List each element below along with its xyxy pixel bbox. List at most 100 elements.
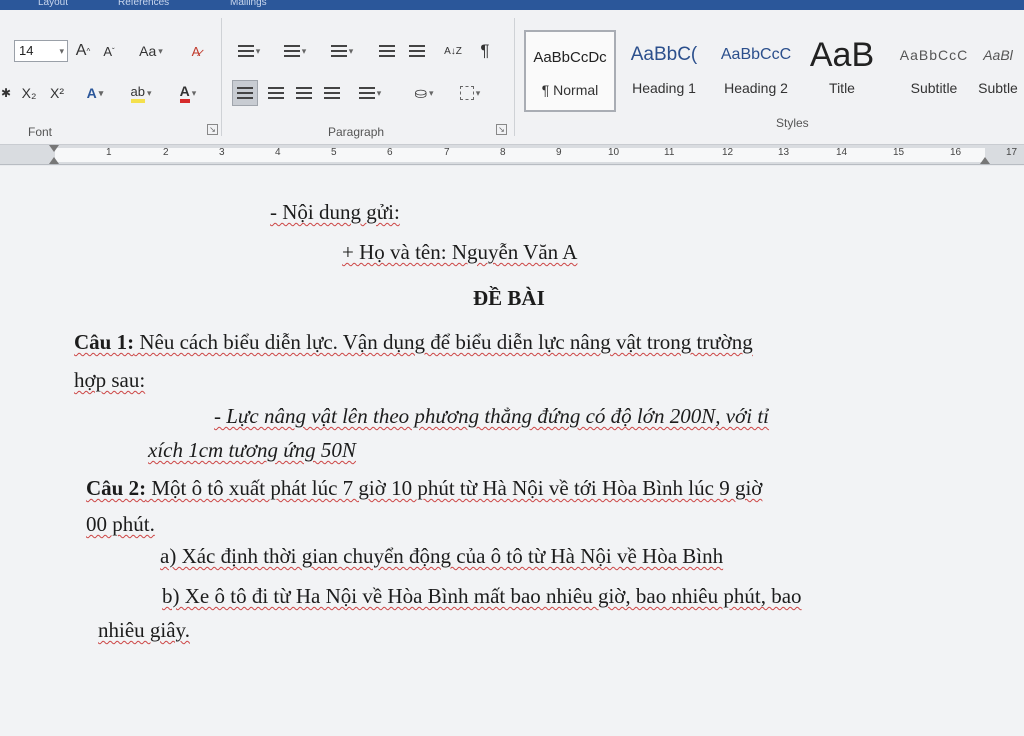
doc-text: hợp sau: (74, 368, 146, 392)
bullets-icon (237, 45, 254, 57)
change-case-icon: Aa (139, 43, 157, 59)
style-sample: AaBl (983, 47, 1013, 63)
shrink-font-icon: A (103, 43, 112, 59)
shading-button[interactable]: ⛀ (404, 82, 444, 104)
ruler-tick: 11 (664, 147, 675, 158)
doc-text: a) Xác định thời gian chuyển động của ô … (160, 544, 724, 568)
align-left-button[interactable] (232, 80, 258, 106)
bullets-button[interactable] (230, 40, 268, 62)
font-color-button[interactable]: A (168, 82, 208, 104)
align-right-icon (296, 87, 312, 99)
style-name: ¶ Normal (541, 82, 599, 98)
group-divider (221, 18, 222, 136)
doc-text: 00 phút. (86, 512, 155, 536)
styles-group-label: Styles (776, 116, 809, 130)
multilevel-list-button[interactable] (322, 40, 362, 62)
doc-text: b) Xe ô tô đi từ Ha Nội về Hòa Bình mất … (162, 584, 802, 608)
style-sample: AaBbC( (630, 44, 698, 65)
borders-button[interactable] (450, 82, 490, 104)
sort-button[interactable]: A↓Z (438, 40, 468, 62)
doc-line-content[interactable]: - Nội dung gửi: (270, 200, 400, 225)
chevron-down-icon[interactable]: ▾ (59, 41, 64, 61)
numbering-icon (283, 45, 300, 57)
show-formatting-button[interactable]: ¶ (474, 40, 496, 62)
ruler-tick: 13 (778, 147, 790, 158)
clear-formatting-icon[interactable]: A̷ (186, 40, 206, 62)
style-title[interactable]: AaB Title (796, 30, 888, 112)
doc-question-2b[interactable]: b) Xe ô tô đi từ Ha Nội về Hòa Bình mất … (162, 584, 802, 609)
ruler-tick: 14 (836, 147, 848, 158)
text-effects-button[interactable]: A (78, 82, 112, 104)
style-subtitle[interactable]: AaBbCcC Subtitle (888, 30, 980, 112)
ruler-tick: 8 (500, 147, 506, 158)
style-sample: AaBbCcC (720, 46, 792, 63)
doc-text: - Nội dung gửi: (270, 200, 400, 224)
doc-question-2b-cont[interactable]: nhiêu giây. (98, 618, 190, 643)
multilevel-list-icon (330, 45, 347, 57)
doc-text: xích 1cm tương ứng 50N (148, 438, 356, 462)
shrink-font-button[interactable]: Aˇ (100, 40, 118, 62)
align-center-button[interactable] (264, 82, 288, 104)
doc-question-2-cont[interactable]: 00 phút. (86, 512, 155, 537)
doc-text: + Họ và tên: Nguyễn Văn A (342, 240, 578, 264)
strikethrough-icon[interactable]: ✱ (0, 82, 12, 104)
style-heading-1[interactable]: AaBbC( Heading 1 (618, 30, 710, 112)
font-dialog-launcher-icon[interactable]: ↘ (207, 124, 218, 135)
ribbon: 14 ▾ A^ Aˇ Aa A̷ ✱ X₂ X² A ab A Font ↘ A… (0, 10, 1024, 145)
justify-button[interactable] (320, 82, 344, 104)
doc-question-1-item-cont[interactable]: xích 1cm tương ứng 50N (148, 438, 356, 463)
ruler-tick: 6 (387, 147, 393, 158)
doc-question-1[interactable]: Câu 1: Nêu cách biểu diễn lực. Vận dụng … (74, 330, 753, 355)
hanging-indent-marker[interactable] (49, 157, 59, 164)
doc-text: nhiêu giây. (98, 618, 190, 642)
right-indent-marker[interactable] (980, 157, 990, 164)
document-page[interactable]: - Nội dung gửi: + Họ và tên: Nguyễn Văn … (0, 166, 1024, 736)
align-left-icon (237, 87, 253, 99)
grow-font-icon: A (75, 42, 87, 59)
align-right-button[interactable] (292, 82, 316, 104)
decrease-indent-icon (379, 45, 395, 57)
tab-references[interactable]: References (118, 0, 169, 8)
doc-line-name[interactable]: + Họ và tên: Nguyễn Văn A (342, 240, 577, 265)
first-line-indent-marker[interactable] (49, 145, 59, 152)
numbering-button[interactable] (276, 40, 314, 62)
sort-icon: A↓Z (444, 45, 462, 57)
paragraph-dialog-launcher-icon[interactable]: ↘ (496, 124, 507, 135)
font-size-box[interactable]: 14 ▾ (14, 40, 68, 62)
change-case-button[interactable]: Aa (130, 40, 172, 62)
decrease-indent-button[interactable] (374, 40, 400, 62)
doc-question-1-cont[interactable]: hợp sau: (74, 368, 145, 393)
increase-indent-button[interactable] (404, 40, 430, 62)
ruler-tick: 12 (722, 147, 734, 158)
doc-question-1-item[interactable]: - Lực nâng vật lên theo phương thẳng đứn… (214, 404, 769, 429)
highlight-button[interactable]: ab (120, 82, 162, 104)
styles-gallery: AaBbCcDc ¶ Normal AaBbC( Heading 1 AaBbC… (522, 30, 1024, 112)
style-heading-2[interactable]: AaBbCcC Heading 2 (710, 30, 802, 112)
increase-indent-icon (409, 45, 425, 57)
tab-layout[interactable]: Layout (38, 0, 68, 8)
paint-bucket-icon: ⛀ (414, 85, 428, 102)
subscript-button[interactable]: X₂ (18, 82, 40, 104)
horizontal-ruler[interactable]: 1 2 3 4 5 6 7 8 9 10 11 12 13 14 15 16 1… (0, 145, 1024, 165)
tab-mailings[interactable]: Mailings (230, 0, 267, 8)
ruler-tick: 1 (106, 147, 112, 158)
borders-icon (459, 86, 474, 100)
style-sample: AaB (809, 35, 875, 74)
style-normal[interactable]: AaBbCcDc ¶ Normal (524, 30, 616, 112)
doc-question-2[interactable]: Câu 2: Một ô tô xuất phát lúc 7 giờ 10 p… (86, 476, 762, 501)
superscript-button[interactable]: X² (46, 82, 68, 104)
line-spacing-button[interactable] (350, 82, 390, 104)
pilcrow-icon: ¶ (480, 41, 490, 60)
style-subtle[interactable]: AaBl Subtle (972, 30, 1024, 112)
style-name: Heading 2 (724, 80, 788, 96)
align-center-icon (268, 87, 284, 99)
paragraph-group-label: Paragraph (328, 125, 385, 139)
doc-heading[interactable]: ĐỀ BÀI (473, 286, 545, 311)
doc-heading-text: ĐỀ BÀI (473, 286, 545, 310)
doc-question-2a[interactable]: a) Xác định thời gian chuyển động của ô … (160, 544, 723, 569)
doc-text: - Lực nâng vật lên theo phương thẳng đứn… (214, 404, 770, 428)
grow-font-button[interactable]: A ^ (74, 40, 92, 62)
ruler-tick: 4 (275, 147, 281, 158)
ruler-tick: 5 (331, 147, 337, 158)
question-label: Câu 2: (86, 476, 147, 500)
